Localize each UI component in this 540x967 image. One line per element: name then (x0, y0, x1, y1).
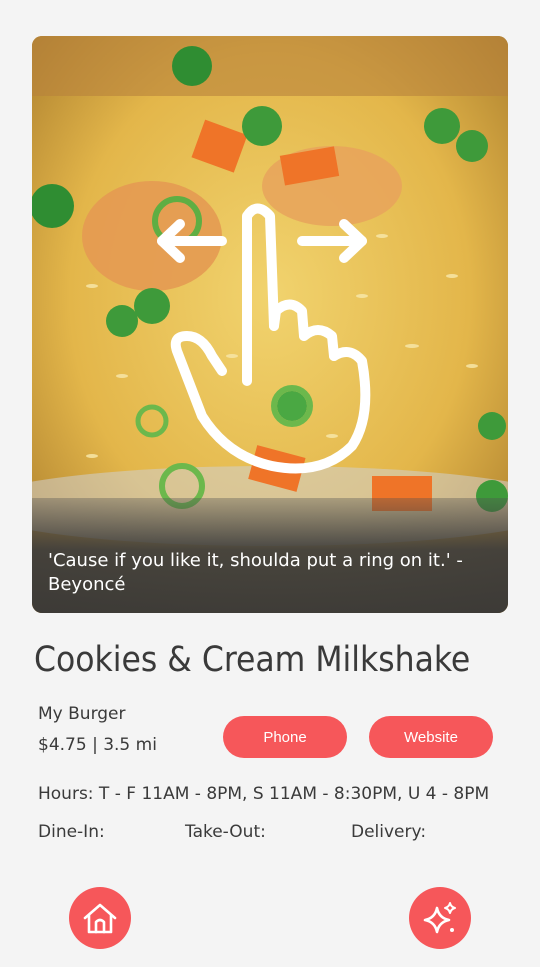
quote-text: 'Cause if you like it, shoulda put a rin… (48, 550, 463, 595)
restaurant-name: My Burger (38, 704, 126, 724)
sparkle-icon (423, 902, 456, 934)
phone-button[interactable]: Phone (223, 716, 347, 758)
take-out-label: Take-Out: (185, 822, 266, 842)
dine-in-label: Dine-In: (38, 822, 105, 842)
price-distance: $4.75 | 3.5 mi (38, 735, 157, 755)
delivery-label: Delivery: (351, 822, 427, 842)
food-card[interactable]: 'Cause if you like it, shoulda put a rin… (32, 36, 508, 613)
recommend-button[interactable] (409, 887, 471, 949)
home-button[interactable] (69, 887, 131, 949)
quote-overlay: 'Cause if you like it, shoulda put a rin… (32, 498, 508, 613)
item-title: Cookies & Cream Milkshake (34, 640, 471, 680)
hours-text: Hours: T - F 11AM - 8PM, S 11AM - 8:30PM… (38, 784, 490, 804)
website-button[interactable]: Website (369, 716, 493, 758)
home-icon (83, 903, 117, 934)
